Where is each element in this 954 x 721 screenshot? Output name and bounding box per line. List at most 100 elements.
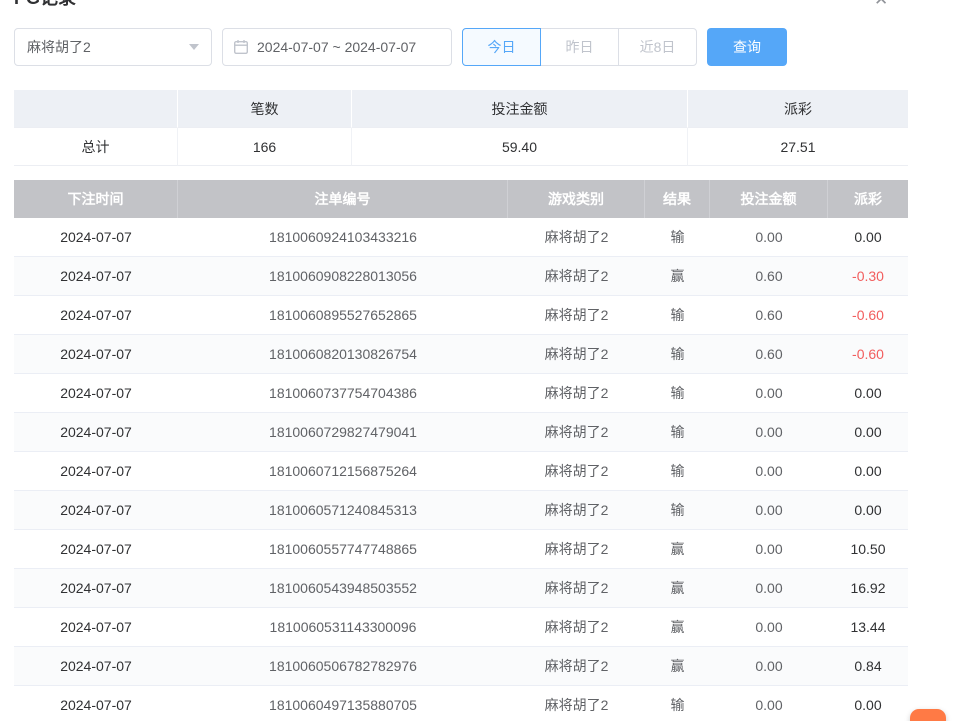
summary-header-blank — [14, 90, 178, 128]
cell-game-type: 麻将胡了2 — [508, 257, 645, 295]
cell-result: 赢 — [645, 530, 710, 568]
bet-table-body: 2024-07-07 1810060924103433216 麻将胡了2 输 0… — [14, 218, 908, 721]
date-range-value: 2024-07-07 ~ 2024-07-07 — [257, 39, 416, 55]
cell-result: 赢 — [645, 608, 710, 646]
cell-bet-time: 2024-07-07 — [14, 413, 178, 451]
cell-payout: -0.30 — [828, 257, 908, 295]
header-bet-time: 下注时间 — [14, 180, 178, 218]
quick-range-buttons: 今日昨日近8日 — [462, 28, 697, 66]
game-select[interactable]: 麻将胡了2 — [14, 28, 212, 66]
cell-bet-id: 1810060543948503552 — [178, 569, 508, 607]
cell-bet-amount: 0.60 — [710, 296, 828, 334]
cell-payout: 0.00 — [828, 452, 908, 490]
cell-bet-amount: 0.00 — [710, 491, 828, 529]
summary-total-amount: 59.40 — [352, 128, 688, 166]
cell-bet-amount: 0.00 — [710, 374, 828, 412]
cell-bet-id: 1810060820130826754 — [178, 335, 508, 373]
header-game-type: 游戏类别 — [508, 180, 645, 218]
cell-result: 输 — [645, 218, 710, 256]
cell-bet-time: 2024-07-07 — [14, 218, 178, 256]
summary-table: 笔数 投注金额 派彩 总计 166 59.40 27.51 — [14, 90, 908, 166]
table-row: 2024-07-07 1810060737754704386 麻将胡了2 输 0… — [14, 374, 908, 413]
cell-game-type: 麻将胡了2 — [508, 218, 645, 256]
cell-result: 输 — [645, 335, 710, 373]
cell-bet-amount: 0.00 — [710, 218, 828, 256]
cell-bet-id: 1810060497135880705 — [178, 686, 508, 721]
cell-payout: 10.50 — [828, 530, 908, 568]
last-8-days-button[interactable]: 近8日 — [618, 28, 697, 66]
cell-result: 赢 — [645, 569, 710, 607]
bet-table: 下注时间 注单编号 游戏类别 结果 投注金额 派彩 2024-07-07 181… — [14, 180, 908, 721]
summary-total-payout: 27.51 — [688, 128, 908, 166]
table-row: 2024-07-07 1810060497135880705 麻将胡了2 输 0… — [14, 686, 908, 721]
cell-bet-id: 1810060531143300096 — [178, 608, 508, 646]
table-row: 2024-07-07 1810060924103433216 麻将胡了2 输 0… — [14, 218, 908, 257]
header-result: 结果 — [645, 180, 710, 218]
calendar-icon — [233, 39, 249, 55]
customer-service-icon[interactable] — [910, 709, 946, 721]
table-row: 2024-07-07 1810060729827479041 麻将胡了2 输 0… — [14, 413, 908, 452]
cell-result: 赢 — [645, 647, 710, 685]
cell-result: 输 — [645, 413, 710, 451]
cell-payout: 0.00 — [828, 374, 908, 412]
cell-bet-id: 1810060737754704386 — [178, 374, 508, 412]
cell-bet-amount: 0.00 — [710, 647, 828, 685]
today-button[interactable]: 今日 — [462, 28, 541, 66]
cell-bet-id: 1810060729827479041 — [178, 413, 508, 451]
cell-game-type: 麻将胡了2 — [508, 335, 645, 373]
cell-payout: 0.84 — [828, 647, 908, 685]
chevron-down-icon — [189, 44, 199, 50]
cell-bet-id: 1810060895527652865 — [178, 296, 508, 334]
dialog-title: PG记录 — [14, 0, 76, 8]
cell-game-type: 麻将胡了2 — [508, 413, 645, 451]
cell-game-type: 麻将胡了2 — [508, 530, 645, 568]
summary-header-row: 笔数 投注金额 派彩 — [14, 90, 908, 128]
cell-payout: 0.00 — [828, 218, 908, 256]
cell-bet-id: 1810060924103433216 — [178, 218, 508, 256]
game-select-value: 麻将胡了2 — [27, 37, 91, 57]
query-button[interactable]: 查询 — [707, 28, 787, 66]
cell-bet-time: 2024-07-07 — [14, 530, 178, 568]
cell-payout: -0.60 — [828, 335, 908, 373]
cell-bet-time: 2024-07-07 — [14, 335, 178, 373]
summary-total-row: 总计 166 59.40 27.51 — [14, 128, 908, 166]
cell-result: 赢 — [645, 257, 710, 295]
cell-result: 输 — [645, 296, 710, 334]
cell-payout: 16.92 — [828, 569, 908, 607]
cell-bet-time: 2024-07-07 — [14, 569, 178, 607]
bet-table-header-row: 下注时间 注单编号 游戏类别 结果 投注金额 派彩 — [14, 180, 908, 218]
cell-payout: 0.00 — [828, 686, 908, 721]
cell-bet-time: 2024-07-07 — [14, 374, 178, 412]
table-row: 2024-07-07 1810060820130826754 麻将胡了2 输 0… — [14, 335, 908, 374]
date-range-picker[interactable]: 2024-07-07 ~ 2024-07-07 — [222, 28, 452, 66]
cell-bet-time: 2024-07-07 — [14, 608, 178, 646]
cell-game-type: 麻将胡了2 — [508, 491, 645, 529]
cell-bet-amount: 0.60 — [710, 257, 828, 295]
cell-payout: 0.00 — [828, 413, 908, 451]
cell-result: 输 — [645, 491, 710, 529]
summary-total-label: 总计 — [14, 128, 178, 166]
cell-game-type: 麻将胡了2 — [508, 686, 645, 721]
cell-game-type: 麻将胡了2 — [508, 374, 645, 412]
summary-total-count: 166 — [178, 128, 352, 166]
cell-payout: -0.60 — [828, 296, 908, 334]
header-payout: 派彩 — [828, 180, 908, 218]
cell-bet-time: 2024-07-07 — [14, 686, 178, 721]
cell-result: 输 — [645, 374, 710, 412]
table-row: 2024-07-07 1810060895527652865 麻将胡了2 输 0… — [14, 296, 908, 335]
cell-bet-time: 2024-07-07 — [14, 452, 178, 490]
cell-bet-time: 2024-07-07 — [14, 296, 178, 334]
cell-bet-time: 2024-07-07 — [14, 257, 178, 295]
cell-game-type: 麻将胡了2 — [508, 452, 645, 490]
table-row: 2024-07-07 1810060571240845313 麻将胡了2 输 0… — [14, 491, 908, 530]
close-icon[interactable]: ✕ — [874, 0, 888, 9]
cell-bet-id: 1810060712156875264 — [178, 452, 508, 490]
cell-bet-amount: 0.00 — [710, 413, 828, 451]
yesterday-button[interactable]: 昨日 — [540, 28, 619, 66]
cell-bet-amount: 0.00 — [710, 608, 828, 646]
cell-bet-amount: 0.60 — [710, 335, 828, 373]
header-bet-id: 注单编号 — [178, 180, 508, 218]
cell-bet-id: 1810060908228013056 — [178, 257, 508, 295]
table-row: 2024-07-07 1810060908228013056 麻将胡了2 赢 0… — [14, 257, 908, 296]
summary-header-count: 笔数 — [178, 90, 352, 128]
